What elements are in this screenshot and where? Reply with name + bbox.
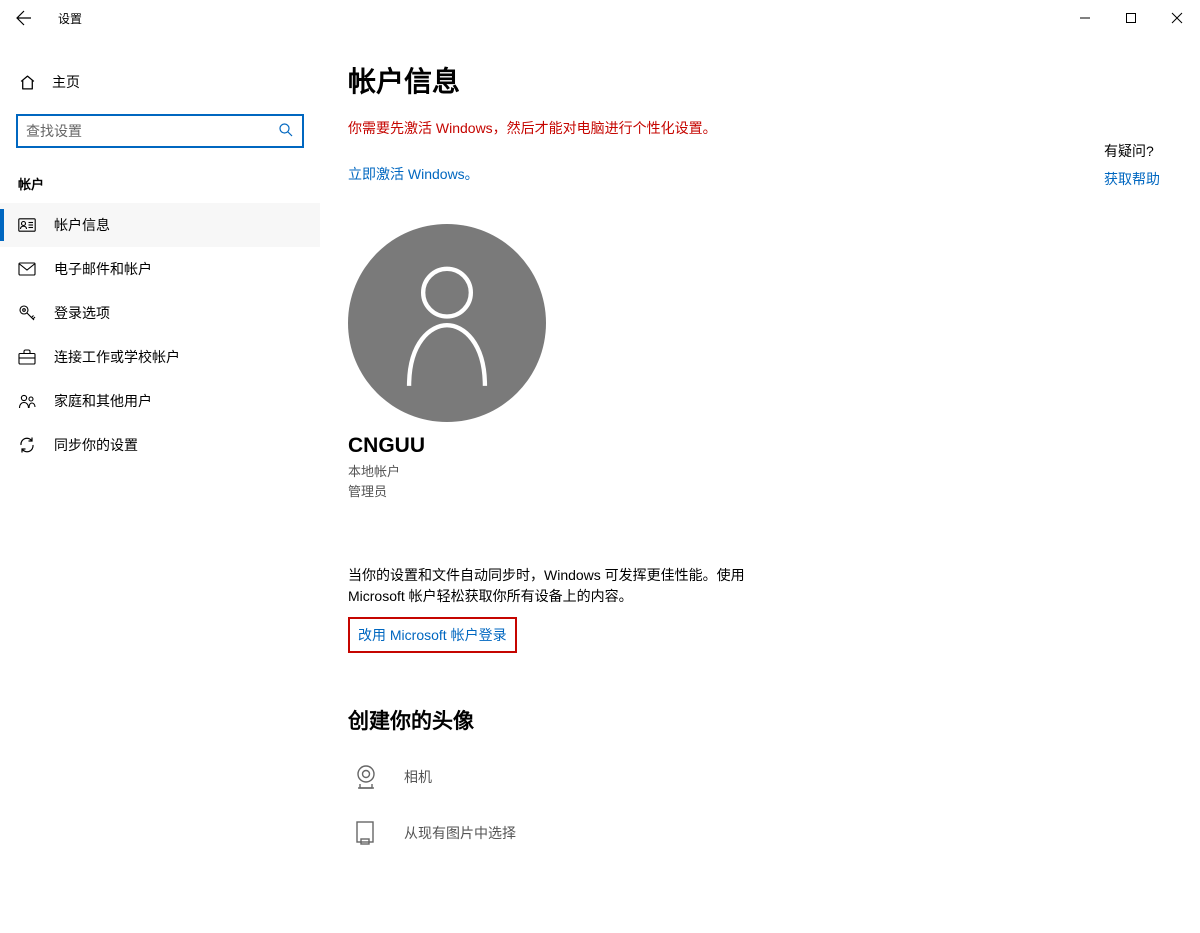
camera-label: 相机 xyxy=(404,767,432,787)
sync-icon xyxy=(18,436,36,454)
username: CNGUU xyxy=(348,434,1180,458)
ms-signin-highlight: 改用 Microsoft 帐户登录 xyxy=(348,617,517,653)
ms-signin-link[interactable]: 改用 Microsoft 帐户登录 xyxy=(358,627,507,643)
sidebar-item-family-users[interactable]: 家庭和其他用户 xyxy=(0,379,320,423)
search-box[interactable] xyxy=(16,114,304,148)
browse-icon xyxy=(348,819,384,847)
create-picture-title: 创建你的头像 xyxy=(348,705,1180,735)
minimize-icon xyxy=(1079,12,1091,24)
back-button[interactable] xyxy=(8,2,40,34)
category-header: 帐户 xyxy=(0,166,320,203)
activation-warning: 你需要先激活 Windows，然后才能对电脑进行个性化设置。 xyxy=(348,118,1180,138)
sidebar-item-label: 帐户信息 xyxy=(54,215,110,235)
key-icon xyxy=(18,304,36,322)
browse-option[interactable]: 从现有图片中选择 xyxy=(348,811,1180,855)
sidebar-item-label: 连接工作或学校帐户 xyxy=(54,347,180,367)
sidebar-item-label: 家庭和其他用户 xyxy=(54,391,152,411)
page-title: 帐户信息 xyxy=(348,60,1180,100)
sidebar-item-label: 电子邮件和帐户 xyxy=(54,259,152,279)
sidebar-item-sync-settings[interactable]: 同步你的设置 xyxy=(0,423,320,467)
help-section: 有疑问? 获取帮助 xyxy=(1104,141,1160,189)
browse-label: 从现有图片中选择 xyxy=(404,823,516,843)
app-title: 设置 xyxy=(58,10,82,27)
sidebar-item-label: 登录选项 xyxy=(54,303,110,323)
content-container: 主页 帐户 帐户信息 电子邮件和帐户 xyxy=(0,36,1200,933)
account-type: 本地帐户 xyxy=(348,462,1180,482)
search-input[interactable] xyxy=(26,123,278,139)
camera-option[interactable]: 相机 xyxy=(348,755,1180,799)
home-button[interactable]: 主页 xyxy=(0,64,320,100)
sidebar-item-email-accounts[interactable]: 电子邮件和帐户 xyxy=(0,247,320,291)
titlebar-left: 设置 xyxy=(8,2,82,34)
sidebar-item-your-info[interactable]: 帐户信息 xyxy=(0,203,320,247)
close-icon xyxy=(1171,12,1183,24)
sidebar-item-signin-options[interactable]: 登录选项 xyxy=(0,291,320,335)
avatar xyxy=(348,224,546,422)
main-content: 帐户信息 你需要先激活 Windows，然后才能对电脑进行个性化设置。 立即激活… xyxy=(320,36,1200,933)
person-icon xyxy=(392,258,502,388)
help-question: 有疑问? xyxy=(1104,141,1160,161)
get-help-link[interactable]: 获取帮助 xyxy=(1104,169,1160,189)
people-icon xyxy=(18,392,36,410)
home-icon xyxy=(18,74,36,91)
id-card-icon xyxy=(18,216,36,234)
briefcase-icon xyxy=(18,348,36,366)
mail-icon xyxy=(18,260,36,278)
titlebar: 设置 xyxy=(0,0,1200,36)
camera-icon xyxy=(348,763,384,791)
minimize-button[interactable] xyxy=(1062,2,1108,34)
home-label: 主页 xyxy=(52,72,80,92)
window-controls xyxy=(1062,2,1200,34)
maximize-icon xyxy=(1125,12,1137,24)
close-button[interactable] xyxy=(1154,2,1200,34)
activate-windows-link[interactable]: 立即激活 Windows。 xyxy=(348,164,1180,184)
sync-description: 当你的设置和文件自动同步时，Windows 可发挥更佳性能。使用 Microso… xyxy=(348,565,768,607)
sidebar-item-work-school[interactable]: 连接工作或学校帐户 xyxy=(0,335,320,379)
account-role: 管理员 xyxy=(348,482,1180,502)
sidebar: 主页 帐户 帐户信息 电子邮件和帐户 xyxy=(0,36,320,933)
arrow-left-icon xyxy=(16,10,32,26)
search-wrap xyxy=(16,114,304,148)
sidebar-item-label: 同步你的设置 xyxy=(54,435,138,455)
maximize-button[interactable] xyxy=(1108,2,1154,34)
search-icon xyxy=(278,122,294,141)
